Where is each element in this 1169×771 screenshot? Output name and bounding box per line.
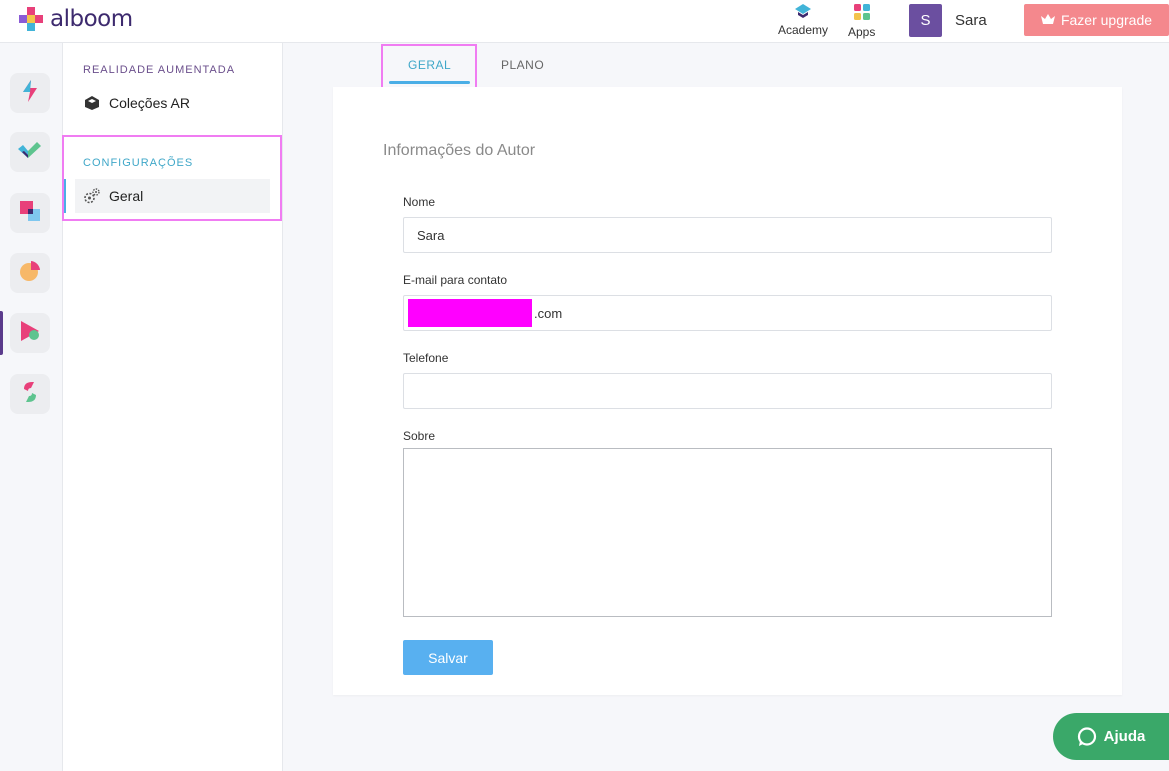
apps-label: Apps xyxy=(848,25,876,39)
academy-link[interactable]: Academy xyxy=(778,4,828,37)
upgrade-label: Fazer upgrade xyxy=(1060,12,1153,28)
top-bar: alboom Academy Apps S Sara Fazer upgrade xyxy=(0,0,1169,43)
app-switcher-rail xyxy=(0,43,63,771)
academy-icon xyxy=(795,4,812,21)
section-title-ar: REALIDADE AUMENTADA xyxy=(83,64,236,76)
email-value: .com xyxy=(534,305,563,321)
rail-active-indicator xyxy=(0,311,3,355)
check-icon xyxy=(18,141,42,164)
name-label: Nome xyxy=(403,195,436,209)
crown-icon xyxy=(1040,12,1055,28)
rail-button-bolt[interactable] xyxy=(10,73,50,113)
rail-button-play[interactable] xyxy=(10,313,50,353)
rail-button-pie[interactable] xyxy=(10,253,50,293)
apps-grid-icon xyxy=(853,4,870,23)
brand-logo[interactable]: alboom xyxy=(18,6,133,32)
about-label: Sobre xyxy=(403,429,436,443)
user-name[interactable]: Sara xyxy=(955,12,987,29)
help-label: Ajuda xyxy=(1103,728,1146,745)
sidebar-item-label: Coleções AR xyxy=(109,95,190,111)
email-field[interactable]: .com xyxy=(403,295,1052,331)
help-button[interactable]: Ajuda xyxy=(1053,713,1169,760)
tab-plano[interactable]: PLANO xyxy=(501,58,544,72)
author-info-card: Informações do Autor Nome Sara E-mail pa… xyxy=(333,87,1122,695)
ar-cube-icon xyxy=(83,94,101,112)
apps-link[interactable]: Apps xyxy=(848,4,875,39)
squares-icon xyxy=(19,200,41,227)
save-button[interactable]: Salvar xyxy=(403,640,493,675)
rail-button-check[interactable] xyxy=(10,132,50,172)
name-value: Sara xyxy=(417,227,445,243)
brand-name: alboom xyxy=(50,6,133,32)
avatar[interactable]: S xyxy=(909,4,942,37)
rail-button-s-logo[interactable] xyxy=(10,374,50,414)
phone-label: Telefone xyxy=(403,351,449,365)
name-field[interactable]: Sara xyxy=(403,217,1052,253)
phone-field[interactable] xyxy=(403,373,1052,409)
academy-label: Academy xyxy=(778,23,829,37)
pie-icon xyxy=(19,260,41,287)
annotation-highlight-configuracoes xyxy=(62,135,282,221)
redaction-block xyxy=(408,299,532,327)
alboom-logo-icon xyxy=(18,6,44,32)
rail-button-squares[interactable] xyxy=(10,193,50,233)
sidebar-item-colecoes-ar[interactable]: Coleções AR xyxy=(75,86,270,120)
chat-bubble-icon xyxy=(1077,726,1097,747)
page-title: Informações do Autor xyxy=(383,142,536,159)
play-icon xyxy=(19,320,41,347)
s-logo-icon xyxy=(20,380,40,409)
upgrade-button[interactable]: Fazer upgrade xyxy=(1024,4,1169,36)
email-label: E-mail para contato xyxy=(403,273,508,287)
about-textarea[interactable] xyxy=(403,448,1052,617)
bolt-icon xyxy=(20,79,40,107)
